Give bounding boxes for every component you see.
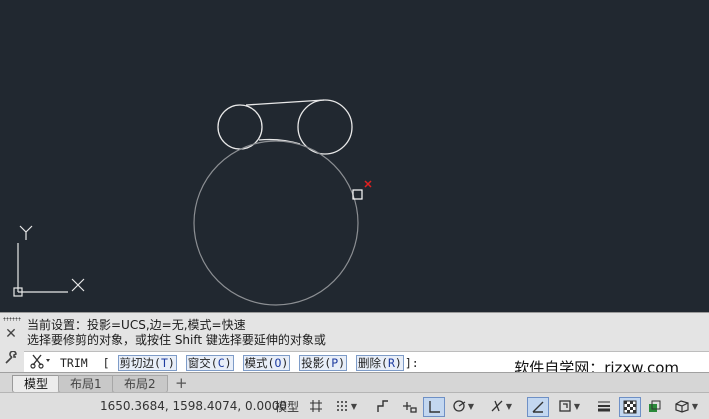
tab-model[interactable]: 模型 [12, 375, 61, 393]
command-history-line-2: 选择要修剪的对象，或按住 Shift 键选择要延伸的对象或 [27, 333, 326, 347]
command-name: TRIM [60, 356, 88, 370]
close-icon[interactable]: ✕ [2, 325, 20, 343]
layer-isolate-icon[interactable] [644, 397, 664, 415]
option-projection[interactable]: 投影(P) [299, 355, 348, 371]
status-bar: 1650.3684, 1598.4074, 0.0000 模型 ▼ ▼ ▼ ▼ … [0, 392, 709, 419]
transparency-icon[interactable] [619, 397, 641, 417]
object-snap-icon[interactable] [527, 397, 549, 417]
drawing-svg [13, 99, 372, 306]
snap-icon[interactable]: ▼ [330, 397, 362, 415]
option-cutting-edges[interactable]: 剪切边(T) [117, 355, 177, 371]
selection-cycling-icon[interactable]: ▼ [552, 397, 586, 415]
infer-constraints-icon[interactable] [372, 397, 394, 415]
option-mode[interactable]: 模式(O) [242, 355, 291, 371]
option-crossing[interactable]: 窗交(C) [185, 355, 234, 371]
polar-tracking-icon[interactable]: ▼ [448, 397, 478, 415]
layout-tabs: 模型 布局1 布局2 + [0, 372, 709, 393]
coordinates-readout[interactable]: 1650.3684, 1598.4074, 0.0000 [100, 399, 287, 413]
tab-layout2[interactable]: 布局2 [112, 375, 168, 393]
ortho-icon[interactable] [423, 397, 445, 417]
tab-layout1[interactable]: 布局1 [58, 375, 114, 393]
command-history-line-1: 当前设置：投影=UCS,边=无,模式=快速 [27, 318, 246, 332]
command-window: ✕ 当前设置：投影=UCS,边=无,模式=快速 选择要修剪的对象，或按住 Shi… [0, 312, 709, 377]
dynamic-input-icon[interactable] [398, 397, 420, 415]
model-space-button[interactable]: 模型 [272, 397, 302, 415]
lineweight-icon[interactable] [594, 397, 614, 415]
grid-icon[interactable] [306, 397, 326, 415]
medium-circle[interactable] [297, 99, 353, 155]
trim-icon[interactable] [29, 353, 55, 373]
3d-object-snap-icon[interactable]: ▼ [668, 397, 704, 415]
option-open-bracket: [ [102, 356, 110, 370]
command-input-line[interactable]: TRIM [ 剪切边(T) 窗交(C) 模式(O) 投影(P) 删除(R)]: … [24, 351, 709, 377]
wrench-icon[interactable] [2, 349, 20, 367]
large-circle[interactable] [193, 140, 359, 306]
drawing-canvas[interactable] [0, 0, 709, 312]
add-layout-button[interactable]: + [175, 374, 188, 392]
option-erase[interactable]: 删除(R) [356, 355, 404, 371]
ucs-icon [13, 225, 85, 297]
trim-x-marker-icon [364, 180, 372, 188]
small-circle[interactable] [217, 104, 263, 150]
option-close: ]: [404, 356, 419, 370]
command-text: TRIM [ 剪切边(T) 窗交(C) 模式(O) 投影(P) 删除(R)]: [60, 355, 419, 371]
grip-handle[interactable] [3, 317, 21, 321]
object-snap-tracking-icon[interactable]: ▼ [484, 397, 518, 415]
